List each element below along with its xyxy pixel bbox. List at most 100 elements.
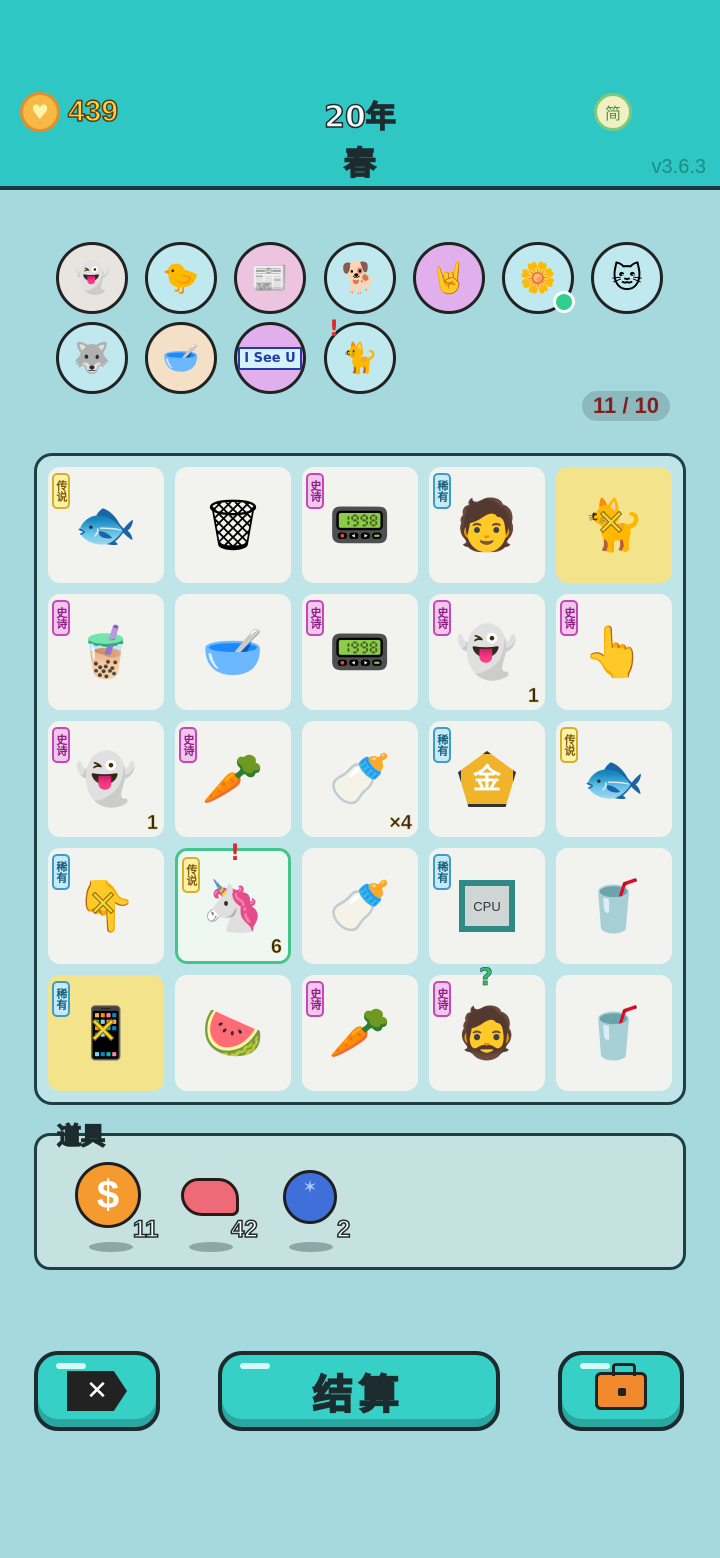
flower-icon: 🌼: [519, 260, 557, 296]
relic-husky-icon[interactable]: 🐺: [56, 322, 128, 394]
cross-mark-icon: ✕: [87, 1011, 119, 1053]
rarity-tag: 史诗: [560, 600, 578, 636]
cell-item-icon: 金: [458, 751, 516, 807]
board-cell[interactable]: 史诗 👻 1: [429, 594, 545, 710]
rarity-tag: 稀有: [433, 473, 451, 509]
blueberry-icon: ✶: [283, 1170, 337, 1224]
status-dot: [553, 291, 575, 313]
game-board: 传说 🐟 🗑 史诗 📟 稀有 🧑 🐈 ✕ 史诗 🧋 🥣 史诗 📟 史诗 👻 1 史诗 👆 史诗 👻 1 史诗 🥕 🍼 ×4 稀有金传…: [34, 453, 686, 1105]
relic-cool-dog-icon[interactable]: 🐕: [324, 242, 396, 314]
items-title: 道具: [56, 1121, 106, 1151]
cell-item-icon: 👻: [74, 750, 138, 808]
item-liver-count: 42: [230, 1215, 258, 1244]
cell-item-icon: 📟: [328, 496, 392, 554]
rarity-tag: 稀有: [52, 854, 70, 890]
rarity-tag: 史诗: [306, 981, 324, 1017]
cell-item-icon: 🐟: [582, 750, 646, 808]
board-cell[interactable]: 传说 🐟: [48, 467, 164, 583]
board-cell[interactable]: 史诗 🥕: [175, 721, 291, 837]
board-cell[interactable]: 🥣: [175, 594, 291, 710]
board-cell[interactable]: 史诗 👻 1: [48, 721, 164, 837]
liver-icon: [181, 1178, 239, 1216]
rarity-tag: 稀有: [433, 854, 451, 890]
cell-item-icon: 🥕: [328, 1004, 392, 1062]
board-cell[interactable]: 史诗 📟: [302, 467, 418, 583]
relic-rock-hand-icon[interactable]: 🤘: [413, 242, 485, 314]
cell-item-icon: CPU: [459, 880, 515, 932]
item-coin[interactable]: $: [75, 1162, 141, 1228]
rarity-tag: 史诗: [52, 727, 70, 763]
board-cell[interactable]: 🥤: [556, 975, 672, 1091]
relic-syringe-chick-icon[interactable]: 🐤: [145, 242, 217, 314]
rarity-tag: 稀有: [433, 727, 451, 763]
cell-item-icon: 🍼: [328, 750, 392, 808]
cell-item-icon: 🗑: [201, 496, 265, 554]
cell-item-icon: 🍉: [201, 1004, 265, 1062]
top-bar: ♥ 439 20年 春 简 v3.6.3: [0, 0, 720, 190]
close-tag-icon: ✕: [67, 1371, 127, 1411]
item-shadow: [189, 1242, 233, 1252]
relic-count-badge: 11 / 10: [582, 391, 670, 421]
cross-mark-icon: ✕: [595, 503, 627, 545]
board-cell[interactable]: 🐈 ✕: [556, 467, 672, 583]
item-liver[interactable]: [181, 1178, 239, 1216]
board-cell[interactable]: 稀有 📱 ✕: [48, 975, 164, 1091]
season-label: 春: [343, 143, 377, 183]
cell-item-icon: 🧋: [74, 623, 138, 681]
relic-flower-pot-icon[interactable]: 🌼: [502, 242, 575, 314]
relic-hole-cat-icon[interactable]: ! 🐈: [324, 317, 396, 394]
bowl-icon: 🥣: [162, 340, 200, 376]
rarity-tag: 史诗: [306, 473, 324, 509]
husky-icon: 🐺: [73, 340, 111, 376]
board-cell[interactable]: 🗑: [175, 467, 291, 583]
relic-dog-bowl-icon[interactable]: 🥣: [145, 322, 217, 394]
board-cell[interactable]: 史诗 🧔?: [429, 963, 545, 1091]
item-shadow: [89, 1242, 133, 1252]
cell-count: ×4: [389, 812, 412, 835]
board-cell[interactable]: 史诗 🥕: [302, 975, 418, 1091]
settle-button[interactable]: 结算: [218, 1351, 500, 1431]
board-cell[interactable]: 史诗 📟: [302, 594, 418, 710]
button-shine: [56, 1363, 86, 1369]
relic-i-see-u-icon[interactable]: I See U: [234, 322, 306, 394]
cell-count: 1: [146, 812, 159, 835]
cell-item-icon: 🧑: [455, 496, 519, 554]
board-cell[interactable]: 稀有 🧑: [429, 467, 545, 583]
board-cell[interactable]: 史诗 🧋: [48, 594, 164, 710]
cell-item-icon: 🦄: [201, 877, 265, 935]
item-coin-count: 11: [132, 1215, 159, 1244]
cat-icon: 🐈: [341, 340, 379, 376]
board-cell[interactable]: 史诗 👆: [556, 594, 672, 710]
board-cell[interactable]: 稀有金: [429, 721, 545, 837]
item-shadow: [289, 1242, 333, 1252]
alert-icon: !: [329, 317, 340, 342]
board-cell[interactable]: 🍉: [175, 975, 291, 1091]
board-cell[interactable]: 稀有 👇 ✕: [48, 848, 164, 964]
board-cell[interactable]: 🥤: [556, 848, 672, 964]
rarity-tag: 史诗: [179, 727, 197, 763]
rarity-tag: 史诗: [306, 600, 324, 636]
cell-item-icon: 🥤: [582, 1004, 646, 1062]
rarity-tag: 传说: [52, 473, 70, 509]
board-cell[interactable]: 🍼 ×4: [302, 721, 418, 837]
board-cell[interactable]: 🍼: [302, 848, 418, 964]
language-toggle-button[interactable]: 简: [594, 93, 632, 131]
cell-item-icon: 🥤: [582, 877, 646, 935]
settle-label: 结算: [312, 1371, 405, 1419]
cell-count: 1: [527, 685, 540, 708]
relic-ghost-icon[interactable]: 👻: [56, 242, 128, 314]
item-blueberry-count: 2: [336, 1215, 351, 1244]
relic-time-magazine-icon[interactable]: 📰: [234, 242, 306, 314]
ghost-icon: 👻: [73, 260, 111, 296]
rarity-tag: 传说: [182, 857, 200, 893]
cat-icon: 🐱: [611, 260, 643, 296]
i-see-u-sign: I See U: [238, 346, 302, 370]
item-blueberry[interactable]: ✶: [283, 1170, 337, 1224]
board-cell[interactable]: 传说 🦄! 6: [175, 841, 291, 964]
inventory-button[interactable]: [558, 1351, 684, 1431]
skip-button[interactable]: ✕: [34, 1351, 160, 1431]
button-shine: [240, 1363, 270, 1369]
relic-twin-cats-icon[interactable]: 🐱: [591, 242, 663, 314]
board-cell[interactable]: 传说 🐟: [556, 721, 672, 837]
board-cell[interactable]: 稀有 CPU: [429, 848, 545, 964]
